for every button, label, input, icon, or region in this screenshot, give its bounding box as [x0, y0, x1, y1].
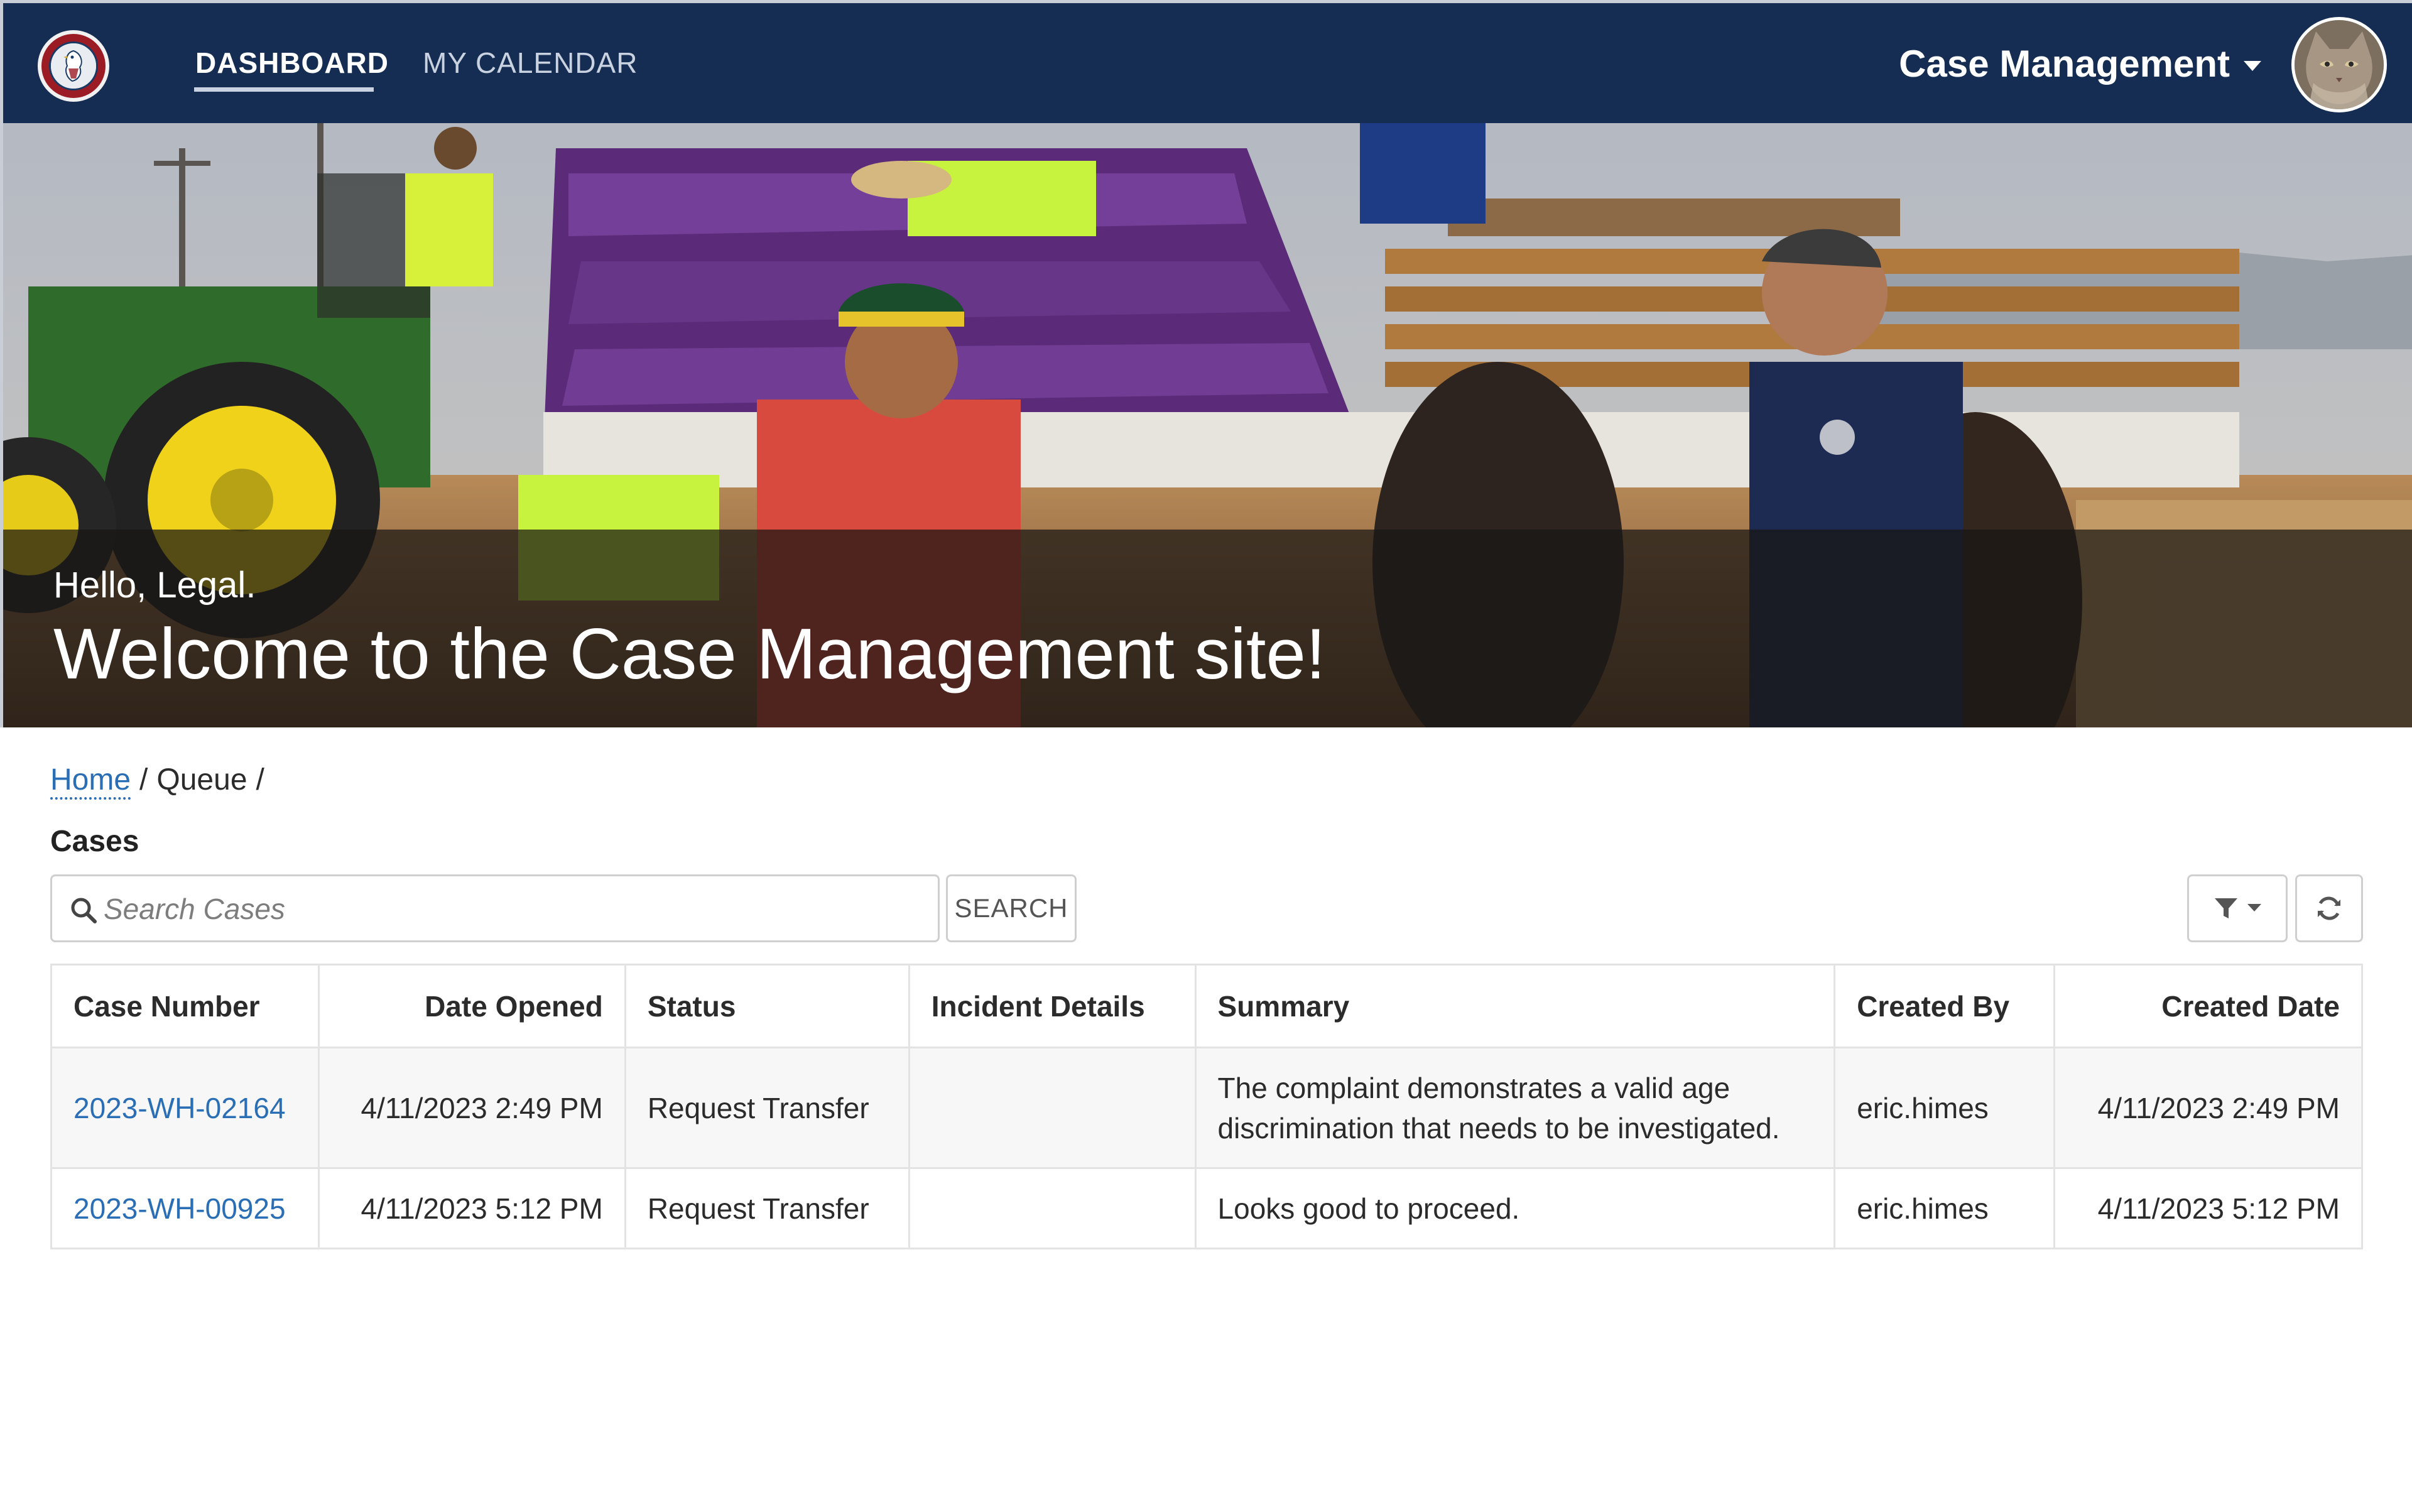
column-header-case-number[interactable]: Case Number: [50, 964, 320, 1048]
incident-details-cell: [908, 1167, 1197, 1249]
summary-line: discrimination that needs to be investig…: [1217, 1111, 1780, 1145]
eagle-seal-logo-icon[interactable]: [38, 30, 109, 102]
user-avatar[interactable]: [2291, 17, 2387, 112]
app-switcher-dropdown[interactable]: Case Management: [1899, 42, 2261, 85]
table-row: 2023-WH-00925 4/11/2023 5:12 PM Request …: [50, 1167, 2363, 1249]
date-opened-cell: 4/11/2023 2:49 PM: [317, 1047, 626, 1169]
summary-cell: The complaint demonstrates a valid age d…: [1194, 1047, 1836, 1169]
nav-tab-dashboard[interactable]: DASHBOARD: [195, 46, 389, 80]
status-cell: Request Transfer: [624, 1047, 910, 1169]
date-opened-cell: 4/11/2023 5:12 PM: [317, 1167, 626, 1249]
case-number-link[interactable]: 2023-WH-02164: [73, 1092, 286, 1124]
breadcrumb-home-link[interactable]: Home: [50, 763, 131, 800]
active-tab-indicator: [194, 87, 374, 92]
created-by-cell: eric.himes: [1833, 1167, 2056, 1249]
nav-tab-my-calendar[interactable]: MY CALENDAR: [423, 46, 638, 80]
created-date-cell: 4/11/2023 2:49 PM: [2053, 1047, 2363, 1169]
table-header-row: Case Number Date Opened Status Incident …: [50, 964, 2363, 1048]
eagle-icon: [51, 43, 96, 89]
search-icon: [71, 898, 97, 923]
cat-avatar-icon: [2295, 20, 2384, 109]
breadcrumb-separator: /: [256, 763, 264, 797]
filter-dropdown-button[interactable]: [2187, 874, 2288, 942]
cases-table: Case Number Date Opened Status Incident …: [50, 964, 2363, 1249]
summary-line: The complaint demonstrates a valid age: [1217, 1071, 1730, 1104]
search-button[interactable]: SEARCH: [946, 874, 1077, 942]
hero-welcome-title: Welcome to the Case Management site!: [53, 614, 1326, 694]
column-header-created-date[interactable]: Created Date: [2053, 964, 2363, 1048]
column-header-created-by[interactable]: Created By: [1833, 964, 2056, 1048]
section-title: Cases: [50, 825, 139, 858]
case-number-link[interactable]: 2023-WH-00925: [73, 1192, 286, 1225]
search-input[interactable]: [102, 885, 919, 933]
refresh-icon: [2318, 896, 2340, 920]
caret-down-icon: [2244, 60, 2261, 71]
column-header-incident-details[interactable]: Incident Details: [908, 964, 1197, 1048]
created-by-cell: eric.himes: [1833, 1047, 2056, 1169]
incident-details-cell: [908, 1047, 1197, 1169]
top-navigation-bar: DASHBOARD MY CALENDAR Case Management: [0, 0, 2412, 123]
caret-down-icon: [2247, 904, 2261, 911]
logo-emblem: [49, 41, 98, 90]
breadcrumb-separator: /: [139, 763, 148, 797]
column-header-date-opened[interactable]: Date Opened: [317, 964, 626, 1048]
case-number-cell: 2023-WH-00925: [50, 1167, 320, 1249]
case-number-cell: 2023-WH-02164: [50, 1047, 320, 1169]
search-box: [50, 874, 940, 942]
breadcrumb-current: Queue: [156, 763, 247, 797]
summary-cell: Looks good to proceed.: [1194, 1167, 1836, 1249]
summary-line: Looks good to proceed.: [1217, 1192, 1520, 1225]
status-cell: Request Transfer: [624, 1167, 910, 1249]
refresh-button[interactable]: [2295, 874, 2363, 942]
app-switcher-label: Case Management: [1899, 43, 2230, 85]
column-header-status[interactable]: Status: [624, 964, 910, 1048]
hero-greeting: Hello, Legal.: [53, 565, 256, 606]
table-row: 2023-WH-02164 4/11/2023 2:49 PM Request …: [50, 1047, 2363, 1169]
breadcrumb: Home / Queue /: [50, 763, 264, 800]
filter-icon: [2215, 898, 2237, 918]
column-header-summary[interactable]: Summary: [1194, 964, 1836, 1048]
created-date-cell: 4/11/2023 5:12 PM: [2053, 1167, 2363, 1249]
hero-banner: Hello, Legal. Welcome to the Case Manage…: [0, 123, 2412, 727]
